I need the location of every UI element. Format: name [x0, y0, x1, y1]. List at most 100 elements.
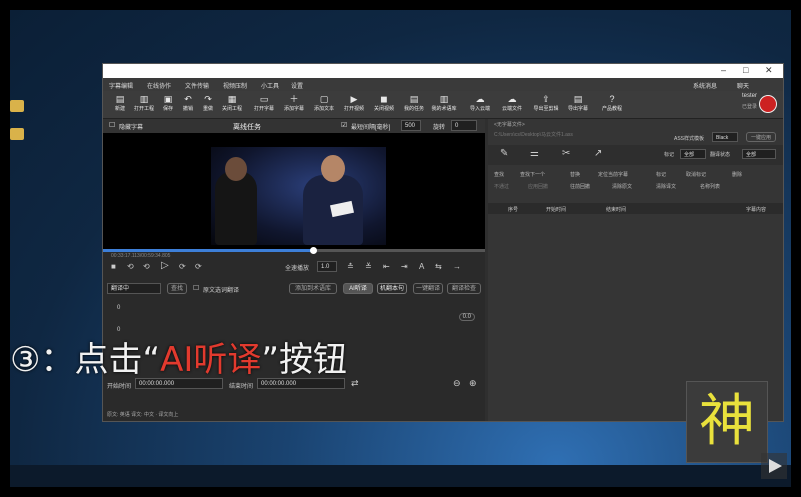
translate-state-select[interactable]: 翻译中: [107, 283, 161, 294]
interval-input[interactable]: 500: [401, 120, 421, 131]
video-viewport[interactable]: [103, 133, 485, 249]
search-button[interactable]: 查找: [167, 283, 187, 294]
column-index: 序号: [508, 207, 519, 213]
seek-progress: [103, 249, 313, 252]
back-icon[interactable]: ⟲: [143, 262, 150, 271]
export-to-edit-button[interactable]: ⇪ 导出至剪辑: [533, 93, 559, 112]
find-next-button[interactable]: 查找下一个: [520, 171, 545, 178]
menu-item-file-transfer[interactable]: 文件传输: [185, 81, 209, 90]
add-subtitle-button[interactable]: ＋添加字幕: [281, 93, 307, 112]
user-status: 已登录: [741, 104, 757, 110]
jump-start-icon[interactable]: ⇤: [383, 262, 390, 271]
close-icon[interactable]: ✕: [765, 65, 773, 76]
desktop-folder-icon[interactable]: [10, 128, 24, 140]
interval-checkbox[interactable]: ☑: [341, 121, 347, 129]
font-size-icon[interactable]: A: [419, 262, 424, 271]
minimize-icon[interactable]: –: [721, 65, 726, 75]
menu-item-online-collab[interactable]: 在线协作: [147, 81, 171, 90]
my-tasks-button[interactable]: ▤ 我的任务: [401, 93, 427, 112]
menu-item-video-compress[interactable]: 视频压制: [223, 81, 247, 90]
apply-style-button[interactable]: 一键应用: [746, 132, 776, 142]
cloud-files-button[interactable]: ☁ 云端文件: [499, 93, 525, 112]
prev-subtitle-icon[interactable]: ⊖: [453, 378, 461, 389]
system-messages-link[interactable]: 系统消息: [693, 81, 717, 90]
ai-translate-button[interactable]: AI听译: [343, 283, 373, 294]
tab-offline-tasks[interactable]: 离线任务: [233, 122, 261, 132]
apply-revert-button[interactable]: 应用回撤: [528, 183, 548, 190]
add-to-glossary-button[interactable]: 添加到术语库: [289, 283, 337, 294]
unmark-button[interactable]: 取消标记: [686, 171, 706, 178]
chat-link[interactable]: 聊天: [737, 81, 749, 90]
delete-button[interactable]: 删除: [732, 171, 742, 178]
play-icon[interactable]: ▷: [161, 260, 169, 271]
person-left: [215, 171, 257, 245]
open-project-button[interactable]: ▥ 打开工程: [131, 93, 157, 112]
marker-select[interactable]: 全部: [680, 149, 706, 159]
tab-align-icon[interactable]: ⚌: [530, 148, 539, 159]
close-project-button[interactable]: ▦ 关闭工程: [219, 93, 245, 112]
forward-icon[interactable]: ⟳: [179, 262, 186, 271]
speed-label: 全速播放: [285, 266, 310, 272]
reject-button[interactable]: 不通过: [494, 183, 509, 190]
seek-bar[interactable]: [103, 247, 485, 254]
swap-time-icon[interactable]: ⇄: [351, 378, 359, 389]
seek-handle[interactable]: [310, 247, 317, 254]
replace-button[interactable]: 替换: [570, 171, 580, 178]
next-subtitle-icon[interactable]: ⊕: [469, 378, 477, 389]
action-row-1: 查找 查找下一个 替换 定位当前字幕 标记 取消标记 删除: [494, 171, 779, 181]
import-cloud-button[interactable]: ☁ 导入云端: [467, 93, 493, 112]
interval-label: 最短间隔[毫秒]: [351, 125, 391, 131]
open-subtitle-button[interactable]: ▭ 打开字幕: [251, 93, 277, 112]
speed-select[interactable]: 1.0: [317, 261, 337, 272]
name-list-button[interactable]: 名称列表: [700, 183, 720, 190]
locate-subtitle-button[interactable]: 定位当前字幕: [598, 171, 628, 178]
style-template-select[interactable]: Black: [712, 132, 738, 142]
jump-end-icon[interactable]: ⇥: [401, 262, 408, 271]
find-button[interactable]: 查找: [494, 171, 504, 178]
close-video-button[interactable]: ◼ 关闭视频: [371, 93, 397, 112]
desktop-folder-icon[interactable]: [10, 100, 24, 112]
hide-subtitle-label: 隐藏字幕: [119, 125, 144, 131]
prev-revert-button[interactable]: 往前回撤: [570, 183, 590, 190]
hide-subtitle-checkbox[interactable]: ☐: [109, 121, 115, 129]
tab-chart-icon[interactable]: ↗: [594, 148, 602, 159]
menu-item-settings[interactable]: 设置: [291, 81, 303, 90]
product-tutorial-button[interactable]: ? 产品教程: [599, 93, 625, 112]
video-off-icon: ◼: [380, 94, 388, 104]
stop-icon[interactable]: ■: [111, 262, 116, 271]
original-select-checkbox[interactable]: ☐: [193, 284, 199, 292]
new-button[interactable]: ▤ 新建: [107, 93, 133, 112]
clear-translation-button[interactable]: 清除译文: [656, 183, 676, 190]
rewind-icon[interactable]: ⟲: [127, 262, 134, 271]
export-subtitle-button[interactable]: ▤ 导出字幕: [565, 93, 591, 112]
align-top-icon[interactable]: ≛: [347, 262, 354, 271]
machine-translate-button[interactable]: 机翻本句: [377, 283, 407, 294]
tab-tools-icon[interactable]: ✂: [562, 148, 570, 159]
one-click-translate-button[interactable]: 一键翻译: [413, 283, 443, 294]
avatar[interactable]: [759, 95, 777, 113]
translate-status-select[interactable]: 全部: [742, 149, 776, 159]
redo-button[interactable]: ↷ 重做: [195, 93, 221, 112]
trash-icon: ▦: [227, 94, 237, 104]
clear-original-button[interactable]: 清除原文: [612, 183, 632, 190]
next-icon[interactable]: →: [453, 262, 461, 271]
add-text-button[interactable]: ▢ 添加文本: [311, 93, 337, 112]
maximize-icon[interactable]: □: [743, 65, 748, 75]
rotate-select[interactable]: 0: [451, 120, 477, 131]
open-video-button[interactable]: ▶ 打开视频: [341, 93, 367, 112]
tab-edit-icon[interactable]: ✎: [500, 148, 508, 159]
status-bar: 原文: 英语 译文: 中文 · 译文向上: [103, 409, 483, 419]
menu-item-subtitle-edit[interactable]: 字幕编辑: [109, 81, 133, 90]
menu-item-tools[interactable]: 小工具: [261, 81, 279, 90]
mark-button[interactable]: 标记: [656, 171, 666, 178]
column-end-time: 结束时间: [606, 207, 627, 213]
caption-highlight: AI听译: [160, 340, 262, 380]
column-content: 字幕内容: [746, 207, 767, 213]
subtitle-list-panel: <无字幕文件> C:\Users\cs\Desktop\马云文件1.ass AS…: [488, 119, 783, 421]
person-left-head: [225, 157, 247, 181]
align-bottom-icon[interactable]: ≚: [365, 262, 372, 271]
fast-forward-icon[interactable]: ⟳: [195, 262, 202, 271]
translate-check-button[interactable]: 翻译检查: [447, 283, 481, 294]
my-glossary-button[interactable]: ▥ 我的术语库: [431, 93, 457, 112]
swap-icon[interactable]: ⇆: [435, 262, 442, 271]
